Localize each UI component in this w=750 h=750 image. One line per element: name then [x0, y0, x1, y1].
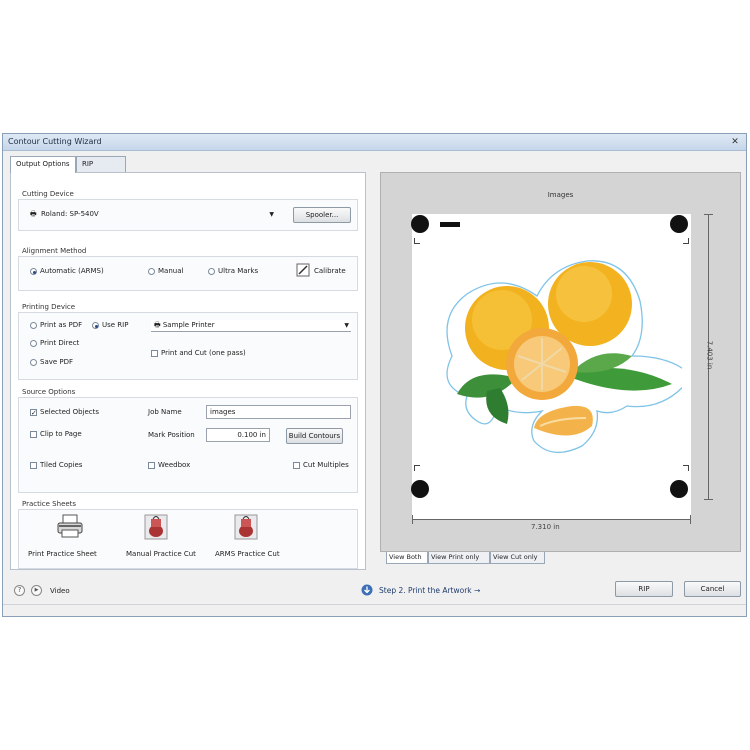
registration-mark	[670, 480, 688, 498]
width-dimension-label: 7.310 in	[531, 523, 560, 531]
tiled-copies-label: Tiled Copies	[40, 461, 83, 469]
cut-multiples-label: Cut Multiples	[303, 461, 349, 469]
registration-bar	[440, 222, 460, 227]
radio-print-as-pdf-label: Print as PDF	[40, 321, 83, 329]
radio-automatic-label: Automatic (ARMS)	[40, 267, 104, 275]
radio-save-pdf[interactable]	[30, 359, 37, 366]
printer-select[interactable]: 🖶 Sample Printer ▼	[151, 320, 351, 332]
print-practice-sheet-label[interactable]: Print Practice Sheet	[28, 550, 97, 558]
cutting-device-group: Cutting Device 🖶 Roland: SP-540V ▼ Spool…	[18, 190, 358, 231]
mark-position-input[interactable]: 0.100 in	[206, 428, 270, 442]
printer-small-icon: 🖶	[30, 210, 37, 218]
tab-output-options[interactable]: Output Options	[10, 156, 76, 173]
job-name-input[interactable]: images	[206, 405, 351, 419]
cutting-device-value: Roland: SP-540V	[41, 210, 99, 218]
calibrate-icon[interactable]	[296, 263, 310, 277]
corner-marker	[414, 238, 420, 244]
step-download-icon	[361, 584, 373, 596]
help-icon[interactable]: ?	[14, 585, 25, 596]
cancel-button[interactable]: Cancel	[684, 581, 741, 597]
width-dimension-line	[412, 519, 691, 520]
printing-device-group: Printing Device Print as PDF Use RIP 🖶 S…	[18, 303, 358, 380]
radio-print-as-pdf[interactable]	[30, 322, 37, 329]
radio-print-direct[interactable]	[30, 340, 37, 347]
print-and-cut-checkbox[interactable]	[151, 350, 158, 357]
cutting-device-select[interactable]: Roland: SP-540V ▼	[38, 209, 276, 221]
dimension-tick	[704, 499, 713, 500]
weedbox-label: Weedbox	[158, 461, 191, 469]
group-title: Practice Sheets	[22, 500, 77, 508]
rip-button[interactable]: RIP	[615, 581, 673, 597]
preview-panel: Images 7.310 in 7.403 in	[380, 172, 741, 552]
paint-can-icon[interactable]	[143, 513, 169, 541]
group-title: Printing Device	[22, 303, 76, 311]
selected-objects-checkbox[interactable]: ✓	[30, 409, 37, 417]
dimension-tick	[412, 515, 413, 524]
video-play-icon[interactable]: ▶	[31, 585, 42, 596]
group-title: Alignment Method	[22, 247, 87, 255]
registration-mark	[670, 215, 688, 233]
job-name-label: Job Name	[148, 408, 182, 416]
alignment-method-group: Alignment Method Automatic (ARMS) Manual…	[18, 247, 358, 291]
radio-ultra-marks[interactable]	[208, 268, 215, 275]
clip-to-page-label: Clip to Page	[40, 430, 82, 438]
radio-use-rip-label: Use RIP	[102, 321, 129, 329]
tiled-copies-checkbox[interactable]	[30, 462, 37, 469]
clip-to-page-checkbox[interactable]	[30, 431, 37, 438]
output-options-panel: Cutting Device 🖶 Roland: SP-540V ▼ Spool…	[10, 172, 366, 570]
selected-objects-label: Selected Objects	[40, 408, 100, 416]
manual-practice-cut-label[interactable]: Manual Practice Cut	[126, 550, 196, 558]
radio-save-pdf-label: Save PDF	[40, 358, 74, 366]
preview-title: Images	[547, 191, 574, 199]
printer-icon: 🖶	[154, 321, 163, 329]
tab-view-print-only[interactable]: View Print only	[428, 552, 490, 564]
corner-marker	[683, 465, 689, 471]
radio-ultra-marks-label: Ultra Marks	[218, 267, 259, 275]
radio-automatic[interactable]	[30, 268, 37, 275]
corner-marker	[414, 465, 420, 471]
print-and-cut-label: Print and Cut (one pass)	[161, 349, 246, 357]
source-options-group: Source Options ✓ Selected Objects Job Na…	[18, 388, 358, 493]
close-icon[interactable]: ✕	[728, 136, 742, 148]
practice-sheets-group: Practice Sheets Print Practice Sheet Man…	[18, 500, 358, 569]
spooler-button[interactable]: Spooler...	[293, 207, 351, 223]
build-contours-button[interactable]: Build Contours	[286, 428, 343, 444]
radio-print-direct-label: Print Direct	[40, 339, 80, 347]
preview-sheet	[411, 214, 691, 519]
contour-cutting-wizard-window: Contour Cutting Wizard ✕ Output Options …	[2, 133, 747, 617]
cut-multiples-checkbox[interactable]	[293, 462, 300, 469]
chevron-down-icon: ▼	[269, 211, 274, 218]
corner-marker	[683, 238, 689, 244]
artwork-image	[446, 260, 682, 453]
window-title: Contour Cutting Wizard	[8, 137, 102, 146]
footer-divider	[3, 604, 746, 605]
title-bar: Contour Cutting Wizard ✕	[3, 134, 746, 151]
printer-icon[interactable]	[55, 513, 85, 539]
group-title: Source Options	[22, 388, 76, 396]
paint-can-icon[interactable]	[233, 513, 259, 541]
mark-position-label: Mark Position	[148, 431, 195, 439]
radio-use-rip[interactable]	[92, 322, 99, 329]
video-link[interactable]: Video	[50, 587, 70, 595]
registration-mark	[411, 480, 429, 498]
group-title: Cutting Device	[22, 190, 74, 198]
step-instruction: Step 2. Print the Artwork →	[379, 586, 481, 595]
weedbox-checkbox[interactable]	[148, 462, 155, 469]
tab-view-both[interactable]: View Both	[386, 552, 428, 564]
radio-manual[interactable]	[148, 268, 155, 275]
chevron-down-icon: ▼	[344, 322, 349, 329]
dimension-tick	[690, 515, 691, 524]
printer-select-value: Sample Printer	[162, 321, 215, 329]
wizard-footer: ? ▶ Video Step 2. Print the Artwork → RI…	[3, 575, 746, 617]
calibrate-button[interactable]: Calibrate	[314, 267, 346, 275]
dimension-tick	[704, 214, 713, 215]
registration-mark	[411, 215, 429, 233]
arms-practice-cut-label[interactable]: ARMS Practice Cut	[215, 550, 280, 558]
height-dimension-label: 7.403 in	[705, 340, 714, 370]
radio-manual-label: Manual	[158, 267, 184, 275]
tab-view-cut-only[interactable]: View Cut only	[490, 552, 545, 564]
tab-rip-options[interactable]: RIP Options	[76, 156, 126, 183]
